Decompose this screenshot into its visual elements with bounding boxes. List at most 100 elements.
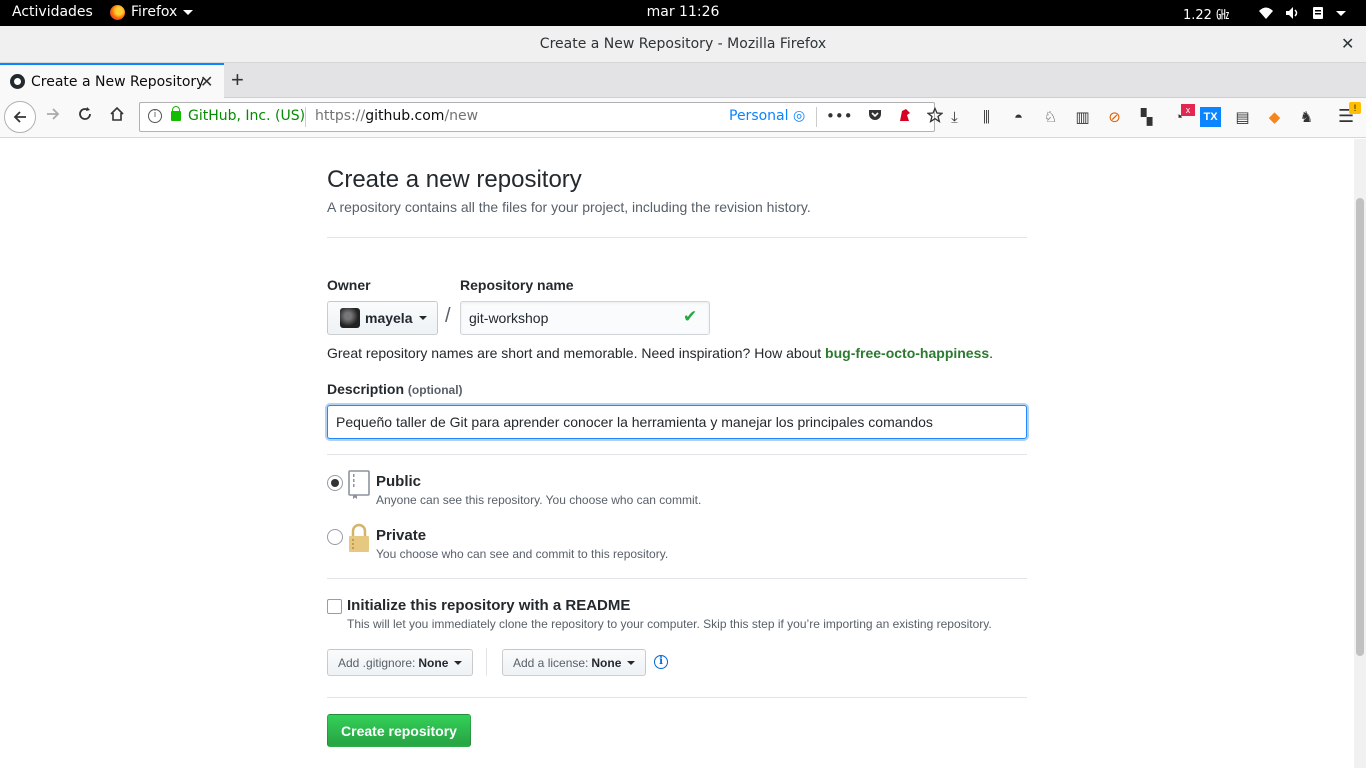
readme-option-title[interactable]: Initialize this repository with a README <box>347 597 630 614</box>
lock-icon <box>171 106 181 121</box>
owner-value: mayela <box>365 310 413 326</box>
lock-icon <box>349 523 369 552</box>
hint-end: . <box>989 345 994 361</box>
suggested-name-link[interactable]: bug-free-octo-happiness <box>825 345 989 361</box>
pdf-icon[interactable]: ▤ <box>1232 107 1253 127</box>
window-title: Create a New Repository - Mozilla Firefo… <box>539 36 827 52</box>
page-title: Create a new repository <box>327 166 582 193</box>
reload-icon <box>79 107 91 120</box>
license-dropdown[interactable]: Add a license: None <box>502 649 647 676</box>
no-script-icon[interactable]: ⊘ <box>1104 107 1125 127</box>
tab-bar: Create a New Repository ✕ + <box>0 63 1366 98</box>
owner-label: Owner <box>327 277 371 293</box>
tab-close-button[interactable]: ✕ <box>200 72 213 91</box>
valid-check-icon: ✔ <box>683 307 698 326</box>
library-icon[interactable]: ⫼ <box>976 107 997 127</box>
window-close-button[interactable]: ✕ <box>1341 34 1354 54</box>
firefox-icon <box>110 4 125 20</box>
page-actions: ••• <box>826 107 943 125</box>
arrow-left-icon <box>13 111 26 123</box>
pocket-icon[interactable] <box>867 107 883 123</box>
container-label[interactable]: Personal ◎ <box>729 108 805 124</box>
license-label: Add a license: <box>513 655 589 670</box>
optional-note: (optional) <box>407 383 463 397</box>
readme-option-note: This will let you immediately clone the … <box>347 617 992 631</box>
new-tab-button[interactable]: + <box>231 67 244 93</box>
divider <box>327 697 1027 698</box>
dropdown-separator <box>486 648 487 676</box>
repository-name-label: Repository name <box>460 277 574 293</box>
site-identity[interactable]: GitHub, Inc. (US) <box>188 108 305 124</box>
repository-name-input[interactable] <box>460 301 710 335</box>
repo-book-icon <box>348 470 370 499</box>
owner-repo-separator: / <box>445 305 451 327</box>
clipboard-icon <box>1313 7 1323 19</box>
readme-checkbox[interactable] <box>327 599 342 614</box>
private-option-title[interactable]: Private <box>376 527 426 544</box>
extension-badge: x <box>1181 104 1195 116</box>
caret-down-icon <box>627 660 636 665</box>
caret-down-icon <box>454 660 463 665</box>
url-text[interactable]: https://github.com/new <box>315 108 478 124</box>
page-actions-menu-button[interactable]: ••• <box>826 107 853 125</box>
metamask-fox-icon[interactable]: ◆ <box>1264 107 1285 127</box>
container-name: Personal <box>729 108 789 124</box>
evernote-icon[interactable]: ♞ <box>1296 107 1317 127</box>
license-value: None <box>591 655 622 670</box>
tab-create-repository[interactable]: Create a New Repository ✕ <box>0 63 224 98</box>
extension-red-icon[interactable] <box>897 107 913 123</box>
divider <box>327 454 1027 455</box>
url-host: github.com <box>365 108 445 124</box>
gitignore-label: Add .gitignore: <box>338 655 416 670</box>
incognito-icon[interactable]: ◓ <box>1008 107 1029 127</box>
description-input[interactable] <box>327 405 1027 439</box>
private-option-note: You choose who can see and commit to thi… <box>376 547 669 561</box>
wifi-icon <box>1259 7 1273 19</box>
back-button[interactable] <box>4 101 36 133</box>
description-label: Description (optional) <box>327 381 463 397</box>
license-info-icon[interactable]: i <box>654 655 668 669</box>
url-bar[interactable]: i GitHub, Inc. (US) https://github.com/n… <box>139 102 943 132</box>
caret-down-icon <box>419 316 428 320</box>
gitignore-value: None <box>418 655 449 670</box>
volume-icon <box>1286 7 1298 19</box>
url-path: /new <box>444 108 479 124</box>
divider <box>327 578 1027 579</box>
caret-down-icon <box>183 9 194 15</box>
bell-icon[interactable]: ♘ <box>1040 107 1061 127</box>
reload-button[interactable] <box>73 106 97 127</box>
window-titlebar: Create a New Repository - Mozilla Firefo… <box>0 26 1366 63</box>
public-option-title[interactable]: Public <box>376 473 421 490</box>
url-separator-2 <box>816 107 817 127</box>
caret-down-icon <box>1336 11 1346 16</box>
arrow-right-icon <box>47 108 60 120</box>
bookmark-star-icon[interactable] <box>926 107 943 123</box>
clock-container: mar 11:26 <box>0 4 1366 20</box>
activities-button[interactable]: Actividades <box>12 4 93 20</box>
avatar <box>340 308 360 328</box>
owner-dropdown[interactable]: mayela <box>327 301 438 335</box>
apps-icon[interactable]: ▚ <box>1136 107 1157 127</box>
app-menu-label: Firefox <box>131 4 178 20</box>
hint-text: Great repository names are short and mem… <box>327 345 826 361</box>
navigation-toolbar: i GitHub, Inc. (US) https://github.com/n… <box>0 98 1366 138</box>
tx-icon[interactable]: TX <box>1200 107 1221 127</box>
public-radio[interactable] <box>327 475 343 491</box>
forward-button[interactable] <box>41 106 65 127</box>
downloads-icon[interactable]: ⤓ <box>944 107 965 127</box>
app-menu[interactable]: Firefox <box>110 4 194 20</box>
create-repository-button[interactable]: Create repository <box>327 714 471 747</box>
private-radio[interactable] <box>327 529 343 545</box>
clock[interactable]: mar 11:26 <box>647 4 720 20</box>
gitignore-dropdown[interactable]: Add .gitignore: None <box>327 649 474 676</box>
page-subtitle: A repository contains all the files for … <box>327 199 811 215</box>
page-scrollbar-thumb[interactable] <box>1356 198 1364 656</box>
home-button[interactable] <box>105 106 129 127</box>
page-header: Create a new repository A repository con… <box>327 165 1027 238</box>
public-option-note: Anyone can see this repository. You choo… <box>376 493 702 507</box>
sidebar-icon[interactable]: ▥ <box>1072 107 1093 127</box>
site-info-icon[interactable]: i <box>148 109 162 123</box>
system-tray[interactable] <box>1258 5 1346 21</box>
system-top-bar: Actividades Firefox mar 11:26 1.22 ㎓ <box>0 0 1366 26</box>
url-prefix: https:// <box>315 108 366 124</box>
